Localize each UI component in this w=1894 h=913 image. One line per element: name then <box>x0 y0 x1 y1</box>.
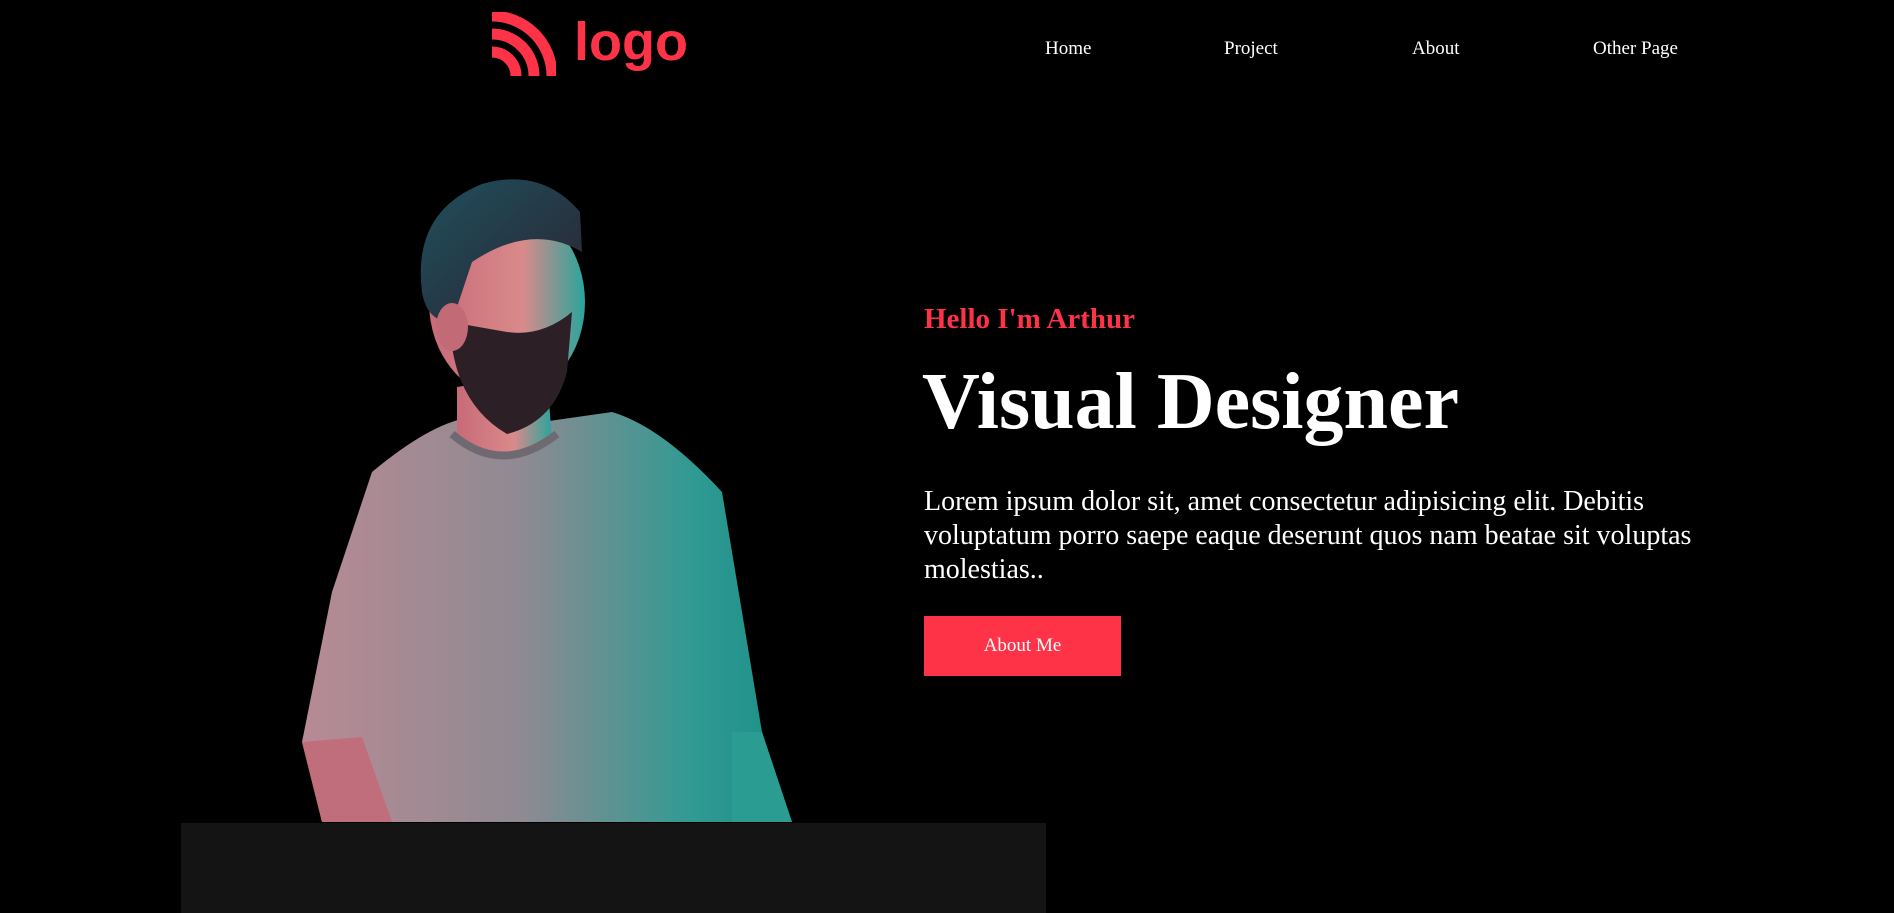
portrait-image <box>302 179 792 822</box>
hero-greeting: Hello I'm Arthur <box>924 303 1136 335</box>
nav-about[interactable]: About <box>1412 38 1460 60</box>
nav-other-page[interactable]: Other Page <box>1593 38 1678 60</box>
site-logo[interactable]: logo <box>488 12 688 80</box>
landing-page: logo Home Project About Other Page Hello… <box>0 0 1894 913</box>
nav-home[interactable]: Home <box>1045 38 1091 60</box>
logo-text: logo <box>574 12 688 72</box>
about-me-button[interactable]: About Me <box>924 616 1121 676</box>
nav-project[interactable]: Project <box>1224 38 1278 60</box>
hero-description: Lorem ipsum dolor sit, amet consectetur … <box>924 486 1692 585</box>
hero-title: Visual Designer <box>922 358 1460 446</box>
rss-arcs-icon <box>488 12 556 80</box>
bottom-panel <box>181 823 1046 913</box>
